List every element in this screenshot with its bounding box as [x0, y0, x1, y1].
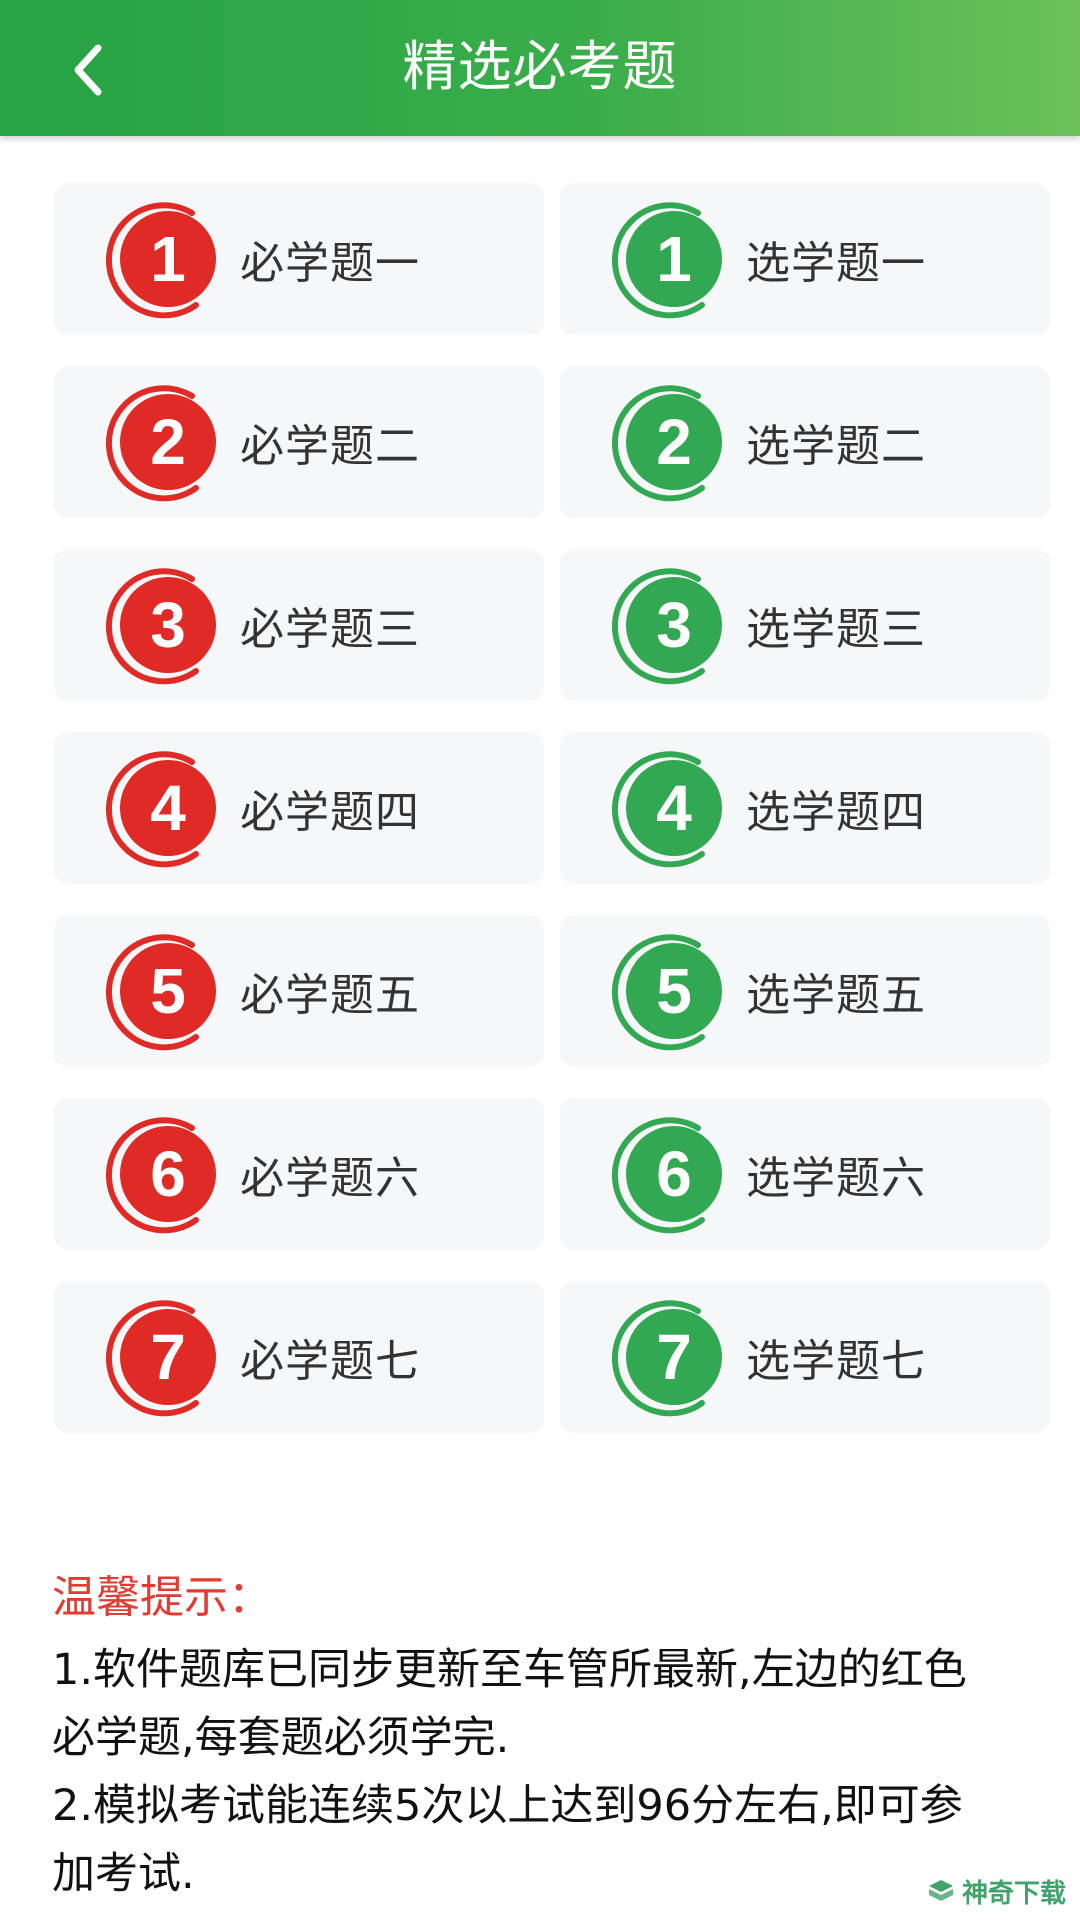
optional-number-badge: 5 [610, 929, 734, 1053]
tips-line: 2.模拟考试能连续5次以上达到96分左右,即可参 [52, 1781, 963, 1831]
badge-number: 7 [150, 1321, 186, 1393]
optional-number-badge: 7 [610, 1295, 734, 1419]
tips-line: 加考试. [52, 1849, 195, 1899]
optional-number-badge: 6 [610, 1112, 734, 1236]
badge-number: 5 [150, 955, 186, 1027]
required-set-card-3[interactable]: 3 必学题三 [54, 549, 544, 701]
required-number-badge: 6 [104, 1112, 228, 1236]
required-set-label: 必学题一 [240, 238, 420, 289]
required-set-label: 必学题二 [240, 421, 420, 472]
badge-number: 4 [656, 772, 692, 844]
required-set-card-5[interactable]: 5 必学题五 [54, 915, 544, 1067]
required-number-badge: 5 [104, 929, 228, 1053]
required-set-card-6[interactable]: 6 必学题六 [54, 1098, 544, 1250]
optional-set-label: 选学题五 [746, 970, 926, 1021]
optional-set-label: 选学题七 [746, 1336, 926, 1387]
required-number-badge: 7 [104, 1295, 228, 1419]
box-logo-icon [928, 1879, 953, 1901]
page-title: 精选必考题 [402, 35, 678, 98]
badge-number: 7 [656, 1321, 692, 1393]
badge-number: 3 [150, 589, 186, 661]
required-number-badge: 1 [104, 197, 228, 321]
badge-number: 6 [150, 1138, 186, 1210]
required-number-badge: 3 [104, 563, 228, 687]
required-number-badge: 4 [104, 746, 228, 870]
optional-set-label: 选学题二 [746, 421, 926, 472]
optional-set-card-7[interactable]: 7 选学题七 [560, 1281, 1050, 1433]
required-set-card-1[interactable]: 1 必学题一 [54, 183, 544, 335]
required-set-label: 必学题三 [240, 604, 420, 655]
badge-number: 2 [656, 406, 692, 478]
optional-set-card-3[interactable]: 3 选学题三 [560, 549, 1050, 701]
required-set-label: 必学题七 [240, 1336, 420, 1387]
required-set-label: 必学题六 [240, 1153, 420, 1204]
watermark-text: 神奇下载 [961, 1878, 1066, 1908]
optional-number-badge: 1 [610, 197, 734, 321]
optional-number-badge: 2 [610, 380, 734, 504]
optional-set-card-6[interactable]: 6 选学题六 [560, 1098, 1050, 1250]
optional-set-label: 选学题三 [746, 604, 926, 655]
required-set-card-2[interactable]: 2 必学题二 [54, 366, 544, 518]
header-bar: 精选必考题 [0, 0, 1080, 136]
optional-set-card-5[interactable]: 5 选学题五 [560, 915, 1050, 1067]
required-set-card-7[interactable]: 7 必学题七 [54, 1281, 544, 1433]
optional-set-label: 选学题六 [746, 1153, 926, 1204]
optional-set-card-1[interactable]: 1 选学题一 [560, 183, 1050, 335]
required-set-label: 必学题四 [240, 787, 420, 838]
badge-number: 2 [150, 406, 186, 478]
optional-set-card-4[interactable]: 4 选学题四 [560, 732, 1050, 884]
badge-number: 6 [656, 1138, 692, 1210]
required-number-badge: 2 [104, 380, 228, 504]
watermark: 神奇下载 [926, 1873, 1066, 1910]
optional-number-badge: 4 [610, 746, 734, 870]
optional-number-badge: 3 [610, 563, 734, 687]
badge-number: 1 [656, 223, 692, 295]
badge-number: 3 [656, 589, 692, 661]
app-screen: 精选必考题 1 必学题一 1 选学题一 2 必学题二 2 选学题二 3 必学题三 3 选学题三 4 必学题… [0, 0, 1080, 1920]
required-set-label: 必学题五 [240, 970, 420, 1021]
tips-section: 温馨提示： 1.软件题库已同步更新至车管所最新,左边的红色 必学题,每套题必须学… [52, 1568, 1052, 1908]
optional-set-label: 选学题一 [746, 238, 926, 289]
optional-set-label: 选学题四 [746, 787, 926, 838]
required-set-card-4[interactable]: 4 必学题四 [54, 732, 544, 884]
tips-line: 1.软件题库已同步更新至车管所最新,左边的红色 [52, 1645, 967, 1695]
tips-line: 必学题,每套题必须学完. [52, 1713, 510, 1763]
badge-number: 5 [656, 955, 692, 1027]
badge-number: 1 [150, 223, 186, 295]
question-set-grid: 1 必学题一 1 选学题一 2 必学题二 2 选学题二 3 必学题三 3 选学题三 4 必学题四 4 选学题四… [54, 183, 1050, 1433]
badge-number: 4 [150, 772, 186, 844]
optional-set-card-2[interactable]: 2 选学题二 [560, 366, 1050, 518]
tips-title: 温馨提示： [52, 1572, 272, 1623]
